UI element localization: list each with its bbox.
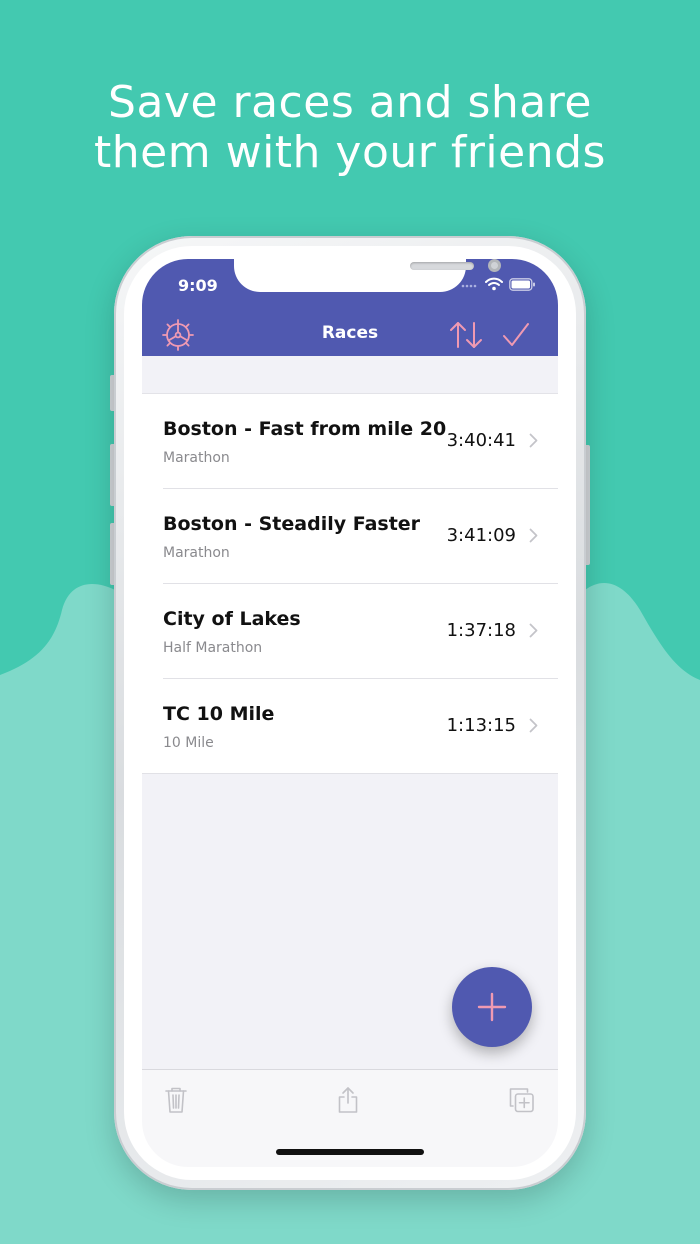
add-race-button[interactable] (452, 967, 532, 1047)
race-time: 1:37:18 (446, 620, 516, 641)
checkmark-icon[interactable] (501, 321, 531, 349)
list-header-spacer (142, 356, 558, 394)
home-indicator[interactable] (276, 1149, 424, 1155)
chevron-right-icon (529, 433, 538, 448)
race-title: TC 10 Mile (163, 703, 275, 725)
race-title: Boston - Fast from mile 20 (163, 418, 447, 440)
race-time: 3:40:41 (446, 430, 516, 451)
sort-icon[interactable] (448, 319, 484, 351)
signal-icon (461, 284, 477, 288)
race-time: 1:13:15 (446, 715, 516, 736)
status-time: 9:09 (178, 276, 218, 295)
chevron-right-icon (529, 623, 538, 638)
race-distance: Marathon (163, 450, 230, 466)
race-row[interactable]: TC 10 Mile 10 Mile 1:13:15 (142, 679, 558, 774)
race-distance: Half Marathon (163, 640, 263, 656)
phone-screen: 9:09 Races Boston - Fast from mile 20 Ma… (142, 259, 558, 1167)
status-icons (461, 277, 536, 291)
plus-icon (477, 992, 507, 1022)
battery-icon (509, 277, 535, 291)
speaker-grille (410, 262, 474, 270)
headline: Save races and share them with your frie… (0, 78, 700, 178)
trash-icon[interactable] (164, 1086, 188, 1114)
race-row[interactable]: Boston - Steadily Faster Marathon 3:41:0… (142, 489, 558, 584)
headline-line-2: them with your friends (94, 127, 606, 178)
page-title: Races (321, 323, 379, 343)
race-row[interactable]: Boston - Fast from mile 20 Marathon 3:40… (142, 394, 558, 489)
front-camera (488, 259, 501, 272)
race-row[interactable]: City of Lakes Half Marathon 1:37:18 (142, 584, 558, 679)
headline-line-1: Save races and share (108, 77, 592, 128)
race-distance: Marathon (163, 545, 230, 561)
race-list: Boston - Fast from mile 20 Marathon 3:40… (142, 394, 558, 774)
race-title: City of Lakes (163, 608, 301, 630)
race-distance: 10 Mile (163, 735, 214, 751)
chevron-right-icon (529, 528, 538, 543)
duplicate-icon[interactable] (508, 1086, 536, 1114)
race-time: 3:41:09 (446, 525, 516, 546)
chevron-right-icon (529, 718, 538, 733)
share-icon[interactable] (336, 1086, 360, 1114)
race-title: Boston - Steadily Faster (163, 513, 421, 535)
wifi-icon (485, 277, 503, 291)
navigation-bar: 9:09 Races (142, 259, 558, 356)
notch (234, 259, 501, 292)
